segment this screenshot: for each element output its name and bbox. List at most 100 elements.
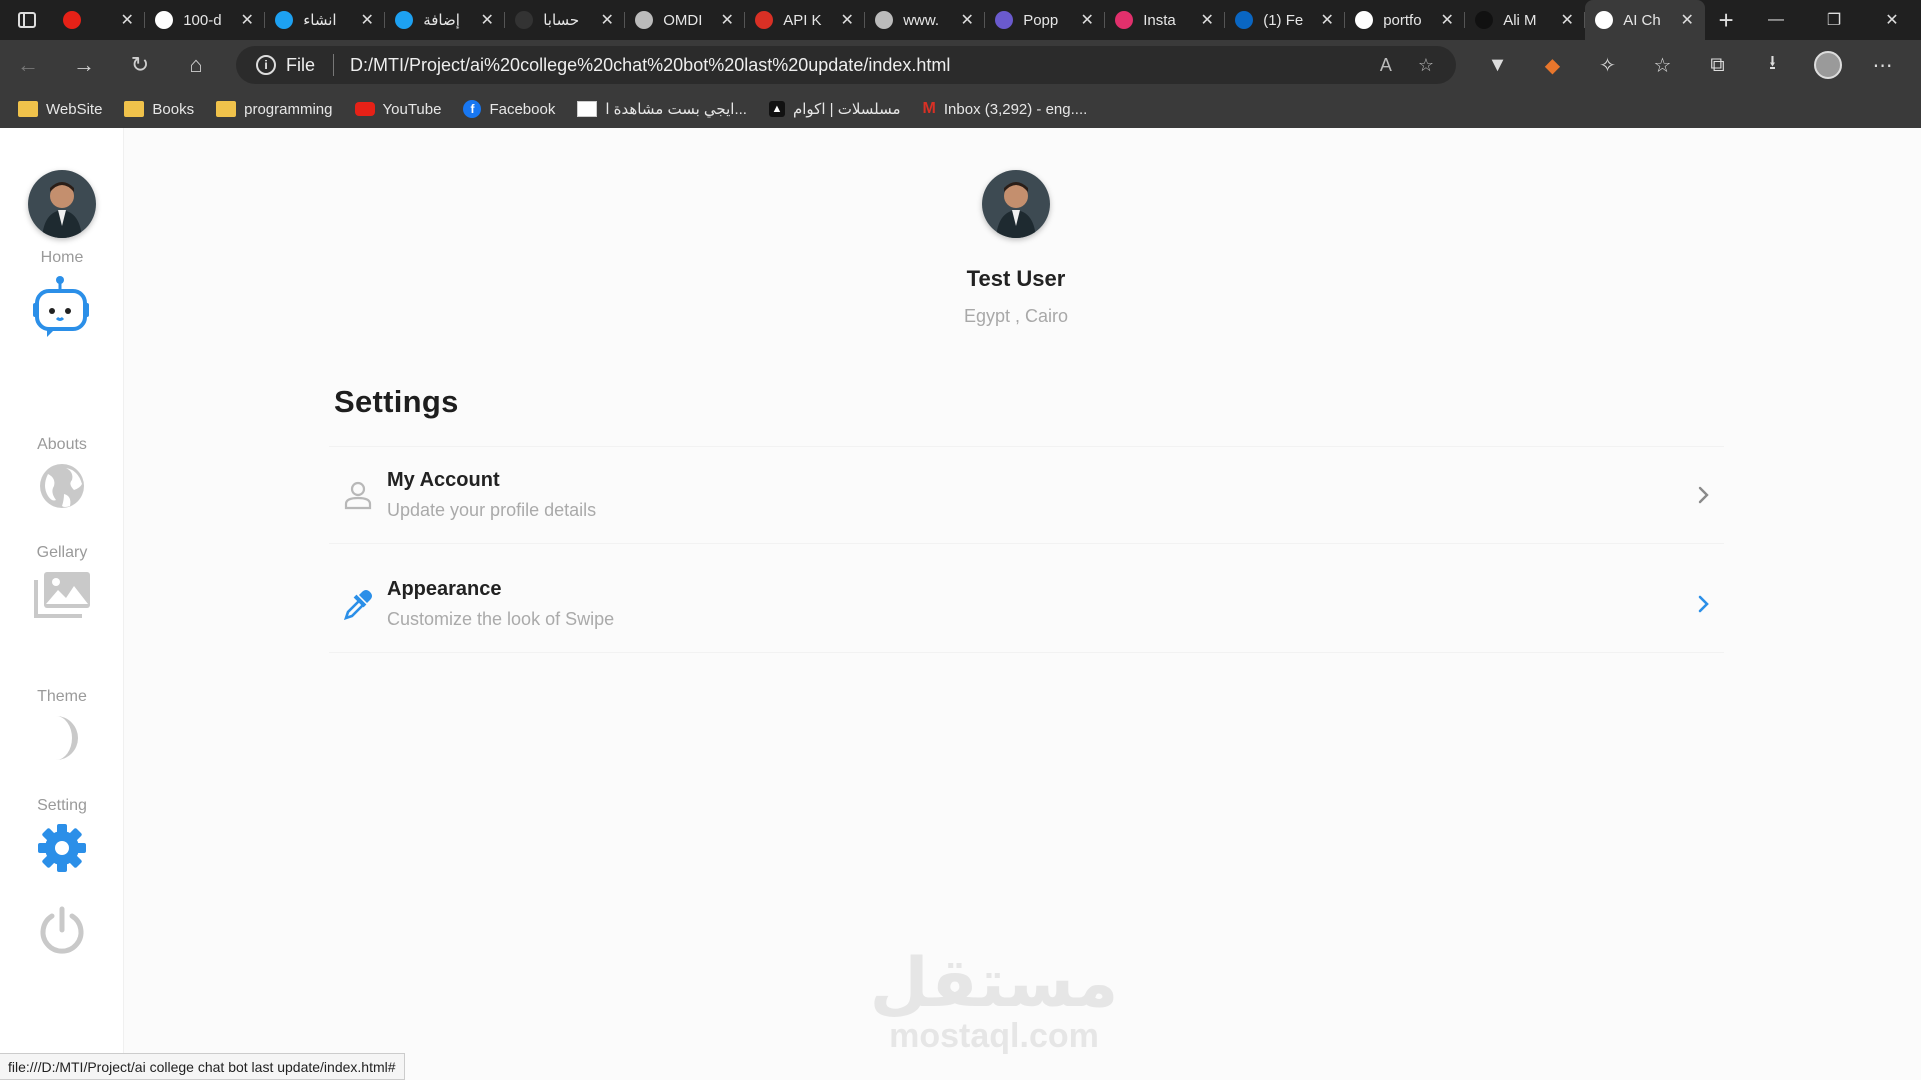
- browser-tab[interactable]: انشاء ✕: [265, 0, 386, 40]
- close-window-button[interactable]: ✕: [1863, 0, 1921, 40]
- globe-icon: [875, 11, 894, 29]
- bookmark-item[interactable]: ايجي بست مشاهدة ا...: [577, 100, 747, 118]
- profile-name: Test User: [966, 266, 1066, 291]
- close-tab-icon[interactable]: ✕: [959, 10, 975, 30]
- bookmark-item[interactable]: programming: [216, 101, 333, 118]
- sidebar-item-label: Setting: [37, 797, 87, 814]
- sidebar-item-abouts[interactable]: Abouts: [0, 436, 124, 510]
- settings-item-title: My Account: [387, 469, 500, 491]
- browser-tab[interactable]: Popp ✕: [985, 0, 1106, 40]
- user-icon: [329, 480, 387, 510]
- github-icon: [155, 11, 174, 29]
- tab-actions-button[interactable]: [0, 0, 53, 40]
- close-tab-icon[interactable]: ✕: [1199, 10, 1215, 30]
- bookmarks-bar: WebSite Books programming YouTube f Facebook ا…: [0, 90, 1921, 128]
- browser-tab[interactable]: AI Ch ✕: [1585, 0, 1706, 40]
- downloads-icon[interactable]: ⭳: [1745, 48, 1800, 82]
- logout-button[interactable]: [0, 906, 124, 956]
- close-tab-icon[interactable]: ✕: [1079, 10, 1095, 30]
- watermark-logo: مستقل mostaql.com: [844, 948, 1144, 1054]
- globe-icon: [38, 462, 86, 510]
- bookmark-item[interactable]: f Facebook: [463, 100, 555, 118]
- tab-title: Insta: [1143, 11, 1176, 29]
- eyedropper-icon: [329, 588, 387, 620]
- read-aloud-icon[interactable]: A: [1380, 55, 1392, 76]
- instagram-icon: [1115, 11, 1134, 29]
- favorites-icon[interactable]: ☆: [1635, 53, 1690, 78]
- browser-tab[interactable]: www. ✕: [865, 0, 986, 40]
- browser-tab[interactable]: Insta ✕: [1105, 0, 1226, 40]
- bookmark-item[interactable]: ▲ مسلسلات | اكوام: [768, 100, 901, 118]
- site-info-icon[interactable]: i: [256, 55, 276, 75]
- sidebar-item-theme[interactable]: Theme: [0, 688, 124, 762]
- close-tab-icon[interactable]: ✕: [479, 10, 495, 30]
- tab-title: AI Ch: [1623, 11, 1661, 29]
- browser-tab[interactable]: إضافة ✕: [385, 0, 506, 40]
- close-tab-icon[interactable]: ✕: [119, 10, 135, 30]
- tab-list: ✕ 100-d ✕ انشاء ✕ إضافة ✕ حسابا ✕ OMDI ✕ API K ✕ www.…: [53, 0, 1706, 40]
- bookmark-item[interactable]: WebSite: [18, 101, 102, 118]
- extensions-icon[interactable]: ✧: [1580, 53, 1635, 78]
- address-url[interactable]: D:/MTI/Project/ai%20college%20chat%20bot…: [350, 55, 950, 76]
- bookmark-item[interactable]: Books: [124, 101, 194, 118]
- browser-tab[interactable]: (1) Fe ✕: [1225, 0, 1346, 40]
- browser-tab[interactable]: حسابا ✕: [505, 0, 626, 40]
- a-logo-icon: [1475, 11, 1494, 29]
- tab-title: انشاء: [303, 12, 337, 29]
- settings-item-appearance[interactable]: Appearance Customize the look of Swipe: [329, 555, 1724, 653]
- watermark-latin: mostaql.com: [889, 1017, 1099, 1055]
- metamask-icon[interactable]: ◆: [1525, 53, 1580, 78]
- add-favorite-icon[interactable]: ☆: [1418, 55, 1434, 76]
- sidebar-item-home[interactable]: Home: [0, 249, 124, 337]
- new-tab-button[interactable]: +: [1705, 0, 1747, 40]
- bookmark-label: WebSite: [46, 100, 103, 118]
- sidebar-avatar[interactable]: [28, 170, 96, 238]
- user-photo-icon: [982, 170, 1050, 238]
- browser-tab[interactable]: 100-d ✕: [145, 0, 266, 40]
- dark-circle-icon: [515, 11, 534, 29]
- home-button[interactable]: ⌂: [168, 40, 224, 90]
- close-tab-icon[interactable]: ✕: [719, 10, 735, 30]
- close-tab-icon[interactable]: ✕: [1559, 10, 1575, 30]
- close-tab-icon[interactable]: ✕: [1439, 10, 1455, 30]
- sidebar-item-label: Gellary: [36, 544, 88, 561]
- google-icon: [1355, 11, 1374, 29]
- sidebar-item-setting[interactable]: Setting: [0, 797, 124, 873]
- egybest-icon: [577, 101, 598, 117]
- globe-icon: [635, 11, 654, 29]
- profile-avatar: [982, 170, 1050, 238]
- more-menu-icon[interactable]: ⋯: [1855, 53, 1910, 78]
- forward-button[interactable]: →: [56, 40, 112, 90]
- sidebar-item-label: Theme: [37, 688, 87, 705]
- browser-tab[interactable]: ✕: [53, 0, 146, 40]
- browser-tab[interactable]: API K ✕: [745, 0, 866, 40]
- close-tab-icon[interactable]: ✕: [1319, 10, 1335, 30]
- sidebar: Home Abouts Gellary Theme Setting: [0, 128, 124, 1080]
- settings-item-my-account[interactable]: My Account Update your profile details: [329, 446, 1724, 544]
- reload-button[interactable]: ↻: [112, 40, 168, 90]
- close-tab-icon[interactable]: ✕: [599, 10, 615, 30]
- close-tab-icon[interactable]: ✕: [839, 10, 855, 30]
- folder-icon: [216, 101, 237, 117]
- extension-v-icon[interactable]: ▼: [1470, 54, 1525, 77]
- tab-title: (1) Fe: [1263, 11, 1304, 29]
- bookmark-item[interactable]: M Inbox (3,292) - eng....: [923, 100, 1088, 118]
- collections-icon[interactable]: ⧉: [1690, 54, 1745, 77]
- minimize-button[interactable]: —: [1747, 0, 1805, 40]
- close-tab-icon[interactable]: ✕: [1679, 10, 1695, 30]
- browser-tab[interactable]: Ali M ✕: [1465, 0, 1586, 40]
- sidebar-item-label: Abouts: [37, 436, 87, 453]
- bookmark-item[interactable]: YouTube: [354, 101, 441, 118]
- address-bar[interactable]: i File D:/MTI/Project/ai%20college%20cha…: [236, 46, 1456, 84]
- power-icon: [38, 906, 86, 956]
- close-tab-icon[interactable]: ✕: [359, 10, 375, 30]
- status-bar-url: file:///D:/MTI/Project/ai college chat b…: [0, 1053, 405, 1080]
- profile-button[interactable]: [1800, 51, 1855, 79]
- browser-tab[interactable]: portfo ✕: [1345, 0, 1466, 40]
- sidebar-item-gellary[interactable]: Gellary: [0, 544, 124, 618]
- restore-button[interactable]: ❐: [1805, 0, 1863, 40]
- back-button[interactable]: ←: [0, 40, 56, 90]
- browser-tab[interactable]: OMDI ✕: [625, 0, 746, 40]
- tab-title: إضافة: [423, 12, 460, 29]
- close-tab-icon[interactable]: ✕: [239, 10, 255, 30]
